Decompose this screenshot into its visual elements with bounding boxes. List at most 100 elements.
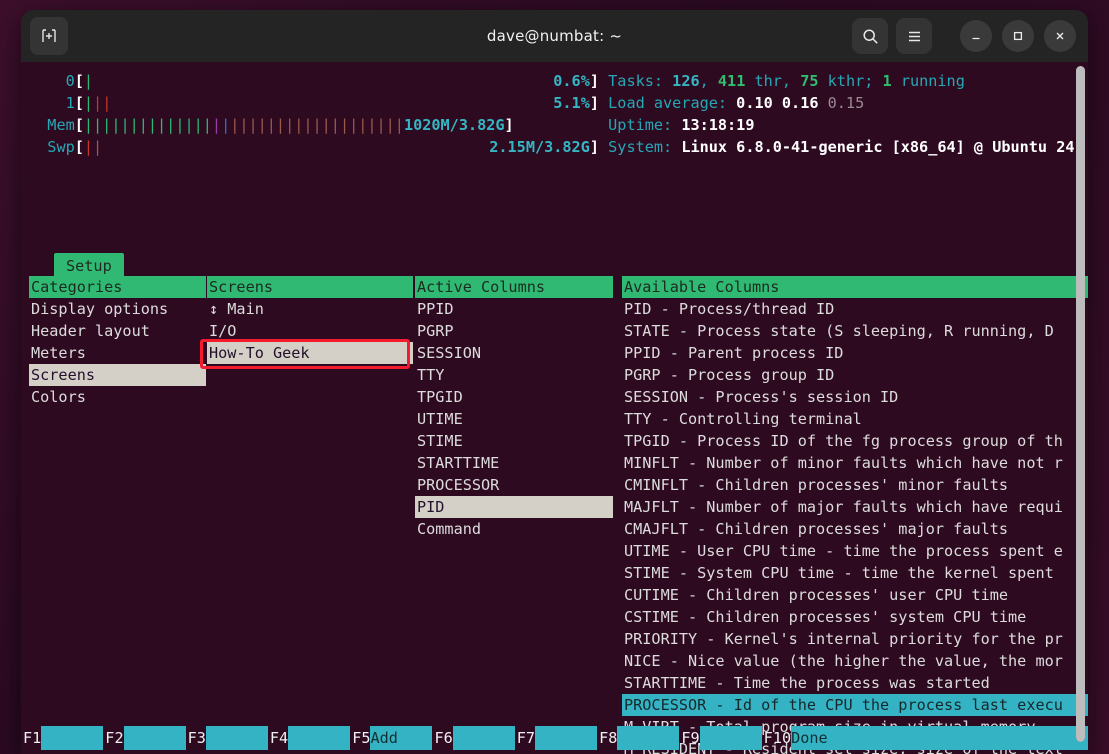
- swp-value: 2.15M/3.82G: [489, 138, 590, 156]
- kthread-count: 75: [800, 72, 819, 90]
- thread-label: thr,: [745, 72, 801, 90]
- available-column-pgrp[interactable]: PGRP - Process group ID: [622, 364, 1088, 386]
- mem-bar-blue: |: [221, 116, 231, 134]
- htop-terminal[interactable]: 0[| 0.6%] Tasks: 126, 411 thr, 75 kthr; 1…: [21, 62, 1088, 754]
- category-item-display-options[interactable]: Display options: [29, 298, 206, 320]
- fkey-f7[interactable]: F7: [515, 726, 535, 750]
- active-column-processor[interactable]: PROCESSOR: [415, 474, 613, 496]
- available-column-minflt[interactable]: MINFLT - Number of minor faults which ha…: [622, 452, 1088, 474]
- screen-item-how-to-geek[interactable]: How-To Geek: [207, 342, 413, 364]
- active-column-session[interactable]: SESSION: [415, 342, 613, 364]
- available-column-utime[interactable]: UTIME - User CPU time - time the process…: [622, 540, 1088, 562]
- cpu0-bar: |: [83, 72, 94, 90]
- fkey-label-f7[interactable]: [535, 726, 598, 750]
- active-column-command[interactable]: Command: [415, 518, 613, 540]
- hamburger-menu-icon[interactable]: [896, 18, 932, 54]
- cpu0-value: 0.6%: [553, 72, 590, 90]
- uptime-label: Uptime:: [608, 116, 682, 134]
- uptime-value: 13:18:19: [681, 116, 755, 134]
- fkey-f3[interactable]: F3: [186, 726, 206, 750]
- available-column-nice[interactable]: NICE - Nice value (the higher the value,…: [622, 650, 1088, 672]
- thread-count: 411: [717, 72, 746, 90]
- fkey-f5[interactable]: F5: [350, 726, 370, 750]
- available-column-starttime[interactable]: STARTTIME - Time the process was started: [622, 672, 1088, 694]
- screen-item-io[interactable]: I/O: [207, 320, 413, 342]
- category-item-colors[interactable]: Colors: [29, 386, 206, 408]
- cpu0-label: 0: [65, 72, 75, 90]
- fkey-label-f4[interactable]: [288, 726, 351, 750]
- available-column-tpgid[interactable]: TPGID - Process ID of the fg process gro…: [622, 430, 1088, 452]
- categories-panel: Categories Display options Header layout…: [29, 276, 206, 408]
- meter-row-cpu1: 1[||| 5.1%] Load average: 0.10 0.16 0.15: [65, 94, 865, 112]
- available-column-priority[interactable]: PRIORITY - Kernel's internal priority fo…: [622, 628, 1088, 650]
- category-item-header-layout[interactable]: Header layout: [29, 320, 206, 342]
- terminal-scrollbar[interactable]: [1076, 66, 1085, 742]
- fkey-label-f8[interactable]: [617, 726, 680, 750]
- running-count: 1: [882, 72, 892, 90]
- available-column-pid[interactable]: PID - Process/thread ID: [622, 298, 1088, 320]
- fkey-label-f10[interactable]: Done: [791, 726, 1088, 750]
- active-column-stime[interactable]: STIME: [415, 430, 613, 452]
- kthread-label: kthr;: [818, 72, 883, 90]
- fkey-label-f9[interactable]: [699, 726, 762, 750]
- active-columns-header: Active Columns: [415, 276, 613, 298]
- fkey-f4[interactable]: F4: [268, 726, 288, 750]
- tasks-sep: ,: [699, 72, 718, 90]
- available-column-cstime[interactable]: CSTIME - Children processes' system CPU …: [622, 606, 1088, 628]
- mem-bar-magenta: |: [211, 116, 222, 134]
- fkey-label-f5[interactable]: Add: [370, 726, 433, 750]
- fkey-f8[interactable]: F8: [597, 726, 617, 750]
- active-column-tpgid[interactable]: TPGID: [415, 386, 613, 408]
- maximize-icon[interactable]: [1002, 20, 1034, 52]
- active-column-ppid[interactable]: PPID: [415, 298, 613, 320]
- category-item-meters[interactable]: Meters: [29, 342, 206, 364]
- mem-label: Mem: [47, 116, 75, 134]
- active-column-utime[interactable]: UTIME: [415, 408, 613, 430]
- screens-panel: Screens ↕ Main I/O How-To Geek: [207, 276, 413, 364]
- available-column-majflt[interactable]: MAJFLT - Number of major faults which ha…: [622, 496, 1088, 518]
- fkey-f9[interactable]: F9: [679, 726, 699, 750]
- available-column-tty[interactable]: TTY - Controlling terminal: [622, 408, 1088, 430]
- tasks-label: Tasks:: [608, 72, 673, 90]
- available-column-state[interactable]: STATE - Process state (S sleeping, R run…: [622, 320, 1088, 342]
- available-column-cmajflt[interactable]: CMAJFLT - Children processes' major faul…: [622, 518, 1088, 540]
- available-columns-panel: Available Columns PID - Process/thread I…: [622, 276, 1088, 754]
- fkey-f2[interactable]: F2: [103, 726, 123, 750]
- mem-bar-green: ||||||||||||||: [83, 116, 212, 134]
- active-column-starttime[interactable]: STARTTIME: [415, 452, 613, 474]
- available-columns-header: Available Columns: [622, 276, 1088, 298]
- fkey-f10[interactable]: F10: [762, 726, 791, 750]
- close-icon[interactable]: [1044, 20, 1076, 52]
- tasks-count: 126: [672, 72, 700, 90]
- fkey-label-f2[interactable]: [123, 726, 186, 750]
- scrollbar-thumb[interactable]: [1076, 66, 1085, 742]
- new-tab-icon[interactable]: [30, 17, 68, 55]
- fkey-label-f3[interactable]: [205, 726, 268, 750]
- fkey-label-f1[interactable]: [41, 726, 104, 750]
- cpu1-bar: ||: [93, 94, 112, 112]
- active-column-pid[interactable]: PID: [415, 496, 613, 518]
- fkey-f6[interactable]: F6: [432, 726, 452, 750]
- active-column-tty[interactable]: TTY: [415, 364, 613, 386]
- available-column-cminflt[interactable]: CMINFLT - Children processes' minor faul…: [622, 474, 1088, 496]
- system-value: Linux 6.8.0-41-generic [x86_64] @ Ubuntu…: [681, 138, 1075, 156]
- search-icon[interactable]: [852, 18, 888, 54]
- category-item-screens[interactable]: Screens: [29, 364, 206, 386]
- cpu1-label: 1: [65, 94, 75, 112]
- minimize-icon[interactable]: [960, 20, 992, 52]
- screen-item-main[interactable]: ↕ Main: [207, 298, 413, 320]
- fkey-label-f6[interactable]: [452, 726, 515, 750]
- load-1min: 0.10: [736, 94, 773, 112]
- available-column-session[interactable]: SESSION - Process's session ID: [622, 386, 1088, 408]
- active-column-pgrp[interactable]: PGRP: [415, 320, 613, 342]
- fkey-f1[interactable]: F1: [21, 726, 41, 750]
- available-column-cutime[interactable]: CUTIME - Children processes' user CPU ti…: [622, 584, 1088, 606]
- categories-header: Categories: [29, 276, 206, 298]
- active-columns-panel: Active Columns PPID PGRP SESSION TTY TPG…: [415, 276, 613, 540]
- available-column-processor[interactable]: PROCESSOR - Id of the CPU the process la…: [622, 694, 1088, 716]
- load-label: Load average:: [608, 94, 737, 112]
- screens-header: Screens: [207, 276, 413, 298]
- available-column-stime[interactable]: STIME - System CPU time - time the kerne…: [622, 562, 1088, 584]
- mem-bar-brown: |||||||||||||||||||: [230, 116, 404, 134]
- available-column-ppid[interactable]: PPID - Parent process ID: [622, 342, 1088, 364]
